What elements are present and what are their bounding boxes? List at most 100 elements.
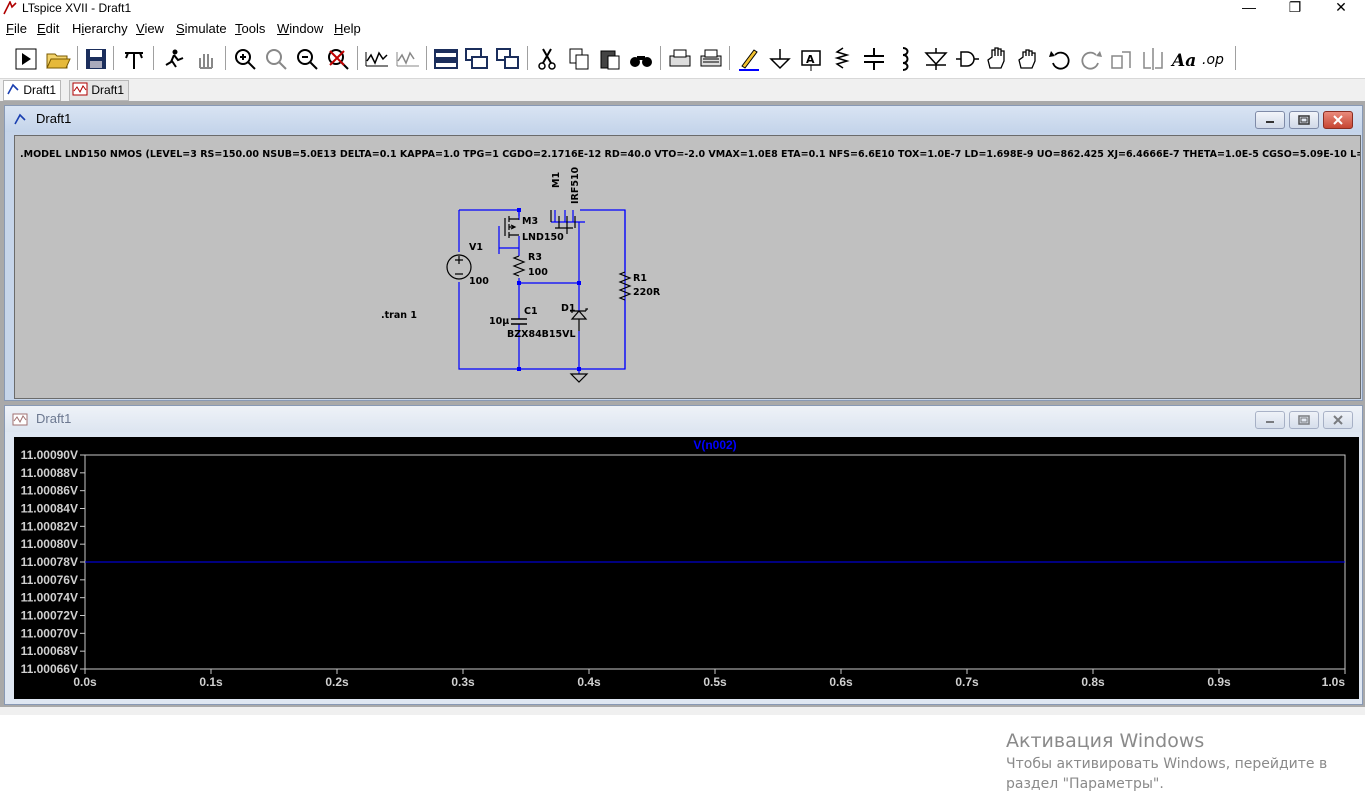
cascade-icon[interactable] bbox=[463, 44, 491, 74]
menu-help[interactable]: Help bbox=[334, 21, 361, 37]
svg-text:A: A bbox=[806, 53, 815, 66]
y-tick-label: 11.00070V bbox=[21, 626, 78, 640]
tile-vertical-icon[interactable] bbox=[494, 44, 522, 74]
cut-icon[interactable] bbox=[533, 44, 561, 74]
waveform-window-title: Draft1 bbox=[36, 411, 72, 426]
document-tabs: Draft1 Draft1 bbox=[0, 79, 1365, 101]
r1-name[interactable]: R1 bbox=[633, 273, 647, 284]
diode-icon[interactable] bbox=[922, 44, 950, 74]
waveform-icon bbox=[72, 82, 88, 96]
autorange-icon[interactable] bbox=[363, 44, 391, 74]
d1-value[interactable]: BZX84B15VL bbox=[507, 329, 576, 340]
c1-value[interactable]: 10µ bbox=[489, 316, 509, 327]
find-icon[interactable] bbox=[627, 44, 655, 74]
c1-name[interactable]: C1 bbox=[524, 306, 538, 317]
schematic-window-title: Draft1 bbox=[36, 111, 72, 126]
toolbar: A Aa .op bbox=[0, 40, 1365, 79]
zoom-in-icon[interactable] bbox=[231, 44, 259, 74]
m3-name[interactable]: M3 bbox=[522, 216, 538, 227]
minimize-button[interactable]: — bbox=[1226, 0, 1272, 16]
y-tick-label: 11.00078V bbox=[21, 555, 78, 569]
menu-simulate[interactable]: Simulate bbox=[176, 21, 227, 37]
tab-waveform[interactable]: Draft1 bbox=[69, 80, 130, 101]
schematic-canvas[interactable]: .MODEL LND150 NMOS (LEVEL=3 RS=150.00 NS… bbox=[14, 135, 1361, 399]
r3-name[interactable]: R3 bbox=[528, 252, 542, 263]
label-icon[interactable]: A bbox=[797, 44, 825, 74]
wire-icon[interactable] bbox=[735, 44, 763, 74]
menu-file[interactable]: File bbox=[6, 21, 27, 37]
mdi-workspace: Draft1 .MODEL LND150 NMOS (LEVEL=3 RS=15… bbox=[0, 101, 1365, 792]
move-icon[interactable] bbox=[984, 44, 1012, 74]
zoom-box-icon[interactable] bbox=[262, 44, 290, 74]
y-tick-label: 11.00074V bbox=[21, 591, 78, 605]
spice-directive-icon[interactable]: .op bbox=[1201, 44, 1229, 74]
menu-edit[interactable]: Edit bbox=[37, 21, 59, 37]
menu-view[interactable]: View bbox=[136, 21, 164, 37]
schematic-window-titlebar[interactable]: Draft1 bbox=[5, 106, 1362, 132]
run-icon[interactable] bbox=[12, 44, 40, 74]
maximize-button[interactable]: ❐ bbox=[1272, 0, 1318, 16]
title-bar: LTspice XVII - Draft1 — ❐ ✕ bbox=[0, 0, 1365, 17]
halt-icon[interactable] bbox=[160, 44, 188, 74]
tab-schematic[interactable]: Draft1 bbox=[3, 80, 62, 101]
m1-value[interactable]: IRF510 bbox=[570, 167, 581, 204]
waveform-window: Draft1 11.00090V 11.00088V 11.00086V 11.000… bbox=[4, 405, 1363, 705]
paste-icon[interactable] bbox=[596, 44, 624, 74]
rotate-icon[interactable] bbox=[1108, 44, 1136, 74]
mirror-icon[interactable] bbox=[1139, 44, 1167, 74]
trace-icon[interactable] bbox=[394, 44, 422, 74]
capacitor-icon[interactable] bbox=[860, 44, 888, 74]
component-icon[interactable] bbox=[953, 44, 981, 74]
close-button[interactable]: ✕ bbox=[1318, 0, 1364, 16]
v1-name[interactable]: V1 bbox=[469, 242, 483, 253]
ltspice-logo-icon bbox=[3, 1, 17, 15]
print-preview-icon[interactable] bbox=[697, 44, 725, 74]
maximize-button[interactable] bbox=[1289, 111, 1319, 129]
v1-value[interactable]: 100 bbox=[469, 276, 489, 287]
undo-icon[interactable] bbox=[1046, 44, 1074, 74]
y-tick-label: 11.00084V bbox=[21, 502, 78, 516]
close-button[interactable] bbox=[1323, 111, 1353, 129]
zoom-out-icon[interactable] bbox=[293, 44, 321, 74]
control-panel-icon[interactable] bbox=[120, 44, 148, 74]
print-icon[interactable] bbox=[666, 44, 694, 74]
x-tick-label: 0.3s bbox=[451, 675, 475, 689]
maximize-button[interactable] bbox=[1289, 411, 1319, 429]
copy-icon[interactable] bbox=[565, 44, 593, 74]
r1-value[interactable]: 220R bbox=[633, 287, 660, 298]
y-tick-label: 11.00066V bbox=[21, 662, 78, 676]
capacitor-c1-symbol bbox=[511, 318, 527, 325]
resistor-icon[interactable] bbox=[829, 44, 857, 74]
close-button[interactable] bbox=[1323, 411, 1353, 429]
r3-value[interactable]: 100 bbox=[528, 267, 548, 278]
ground-icon[interactable] bbox=[766, 44, 794, 74]
trace-label: V(n002) bbox=[693, 438, 736, 452]
x-tick-label: 1.0s bbox=[1322, 675, 1346, 689]
y-tick-label: 11.00088V bbox=[21, 466, 78, 480]
minimize-button[interactable] bbox=[1255, 411, 1285, 429]
y-tick-label: 11.00072V bbox=[21, 609, 78, 623]
minimize-button[interactable] bbox=[1255, 111, 1285, 129]
menu-window[interactable]: Window bbox=[277, 21, 323, 37]
menu-tools[interactable]: Tools bbox=[235, 21, 265, 37]
tile-horizontal-icon[interactable] bbox=[432, 44, 460, 74]
status-bar bbox=[0, 707, 1365, 715]
drag-icon[interactable] bbox=[1015, 44, 1043, 74]
inductor-icon[interactable] bbox=[891, 44, 919, 74]
svg-text:Aa: Aa bbox=[1170, 51, 1196, 71]
waveform-plot[interactable]: 11.00090V 11.00088V 11.00086V 11.00084V 11.0… bbox=[14, 437, 1359, 699]
open-icon[interactable] bbox=[44, 44, 72, 74]
zoom-fit-icon[interactable] bbox=[324, 44, 352, 74]
text-icon[interactable]: Aa bbox=[1170, 44, 1198, 74]
waveform-window-titlebar[interactable]: Draft1 bbox=[5, 406, 1362, 432]
m3-value[interactable]: LND150 bbox=[522, 232, 564, 243]
redo-icon[interactable] bbox=[1077, 44, 1105, 74]
d1-name[interactable]: D1 bbox=[561, 303, 576, 314]
y-tick-label: 11.00090V bbox=[21, 448, 78, 462]
pan-icon[interactable] bbox=[192, 44, 220, 74]
resistor-r3-symbol bbox=[512, 255, 526, 277]
menu-hierarchy[interactable]: Hierarchy bbox=[72, 21, 128, 37]
tab-label: Draft1 bbox=[23, 83, 57, 97]
save-icon[interactable] bbox=[82, 44, 110, 74]
m1-name[interactable]: M1 bbox=[551, 172, 562, 188]
